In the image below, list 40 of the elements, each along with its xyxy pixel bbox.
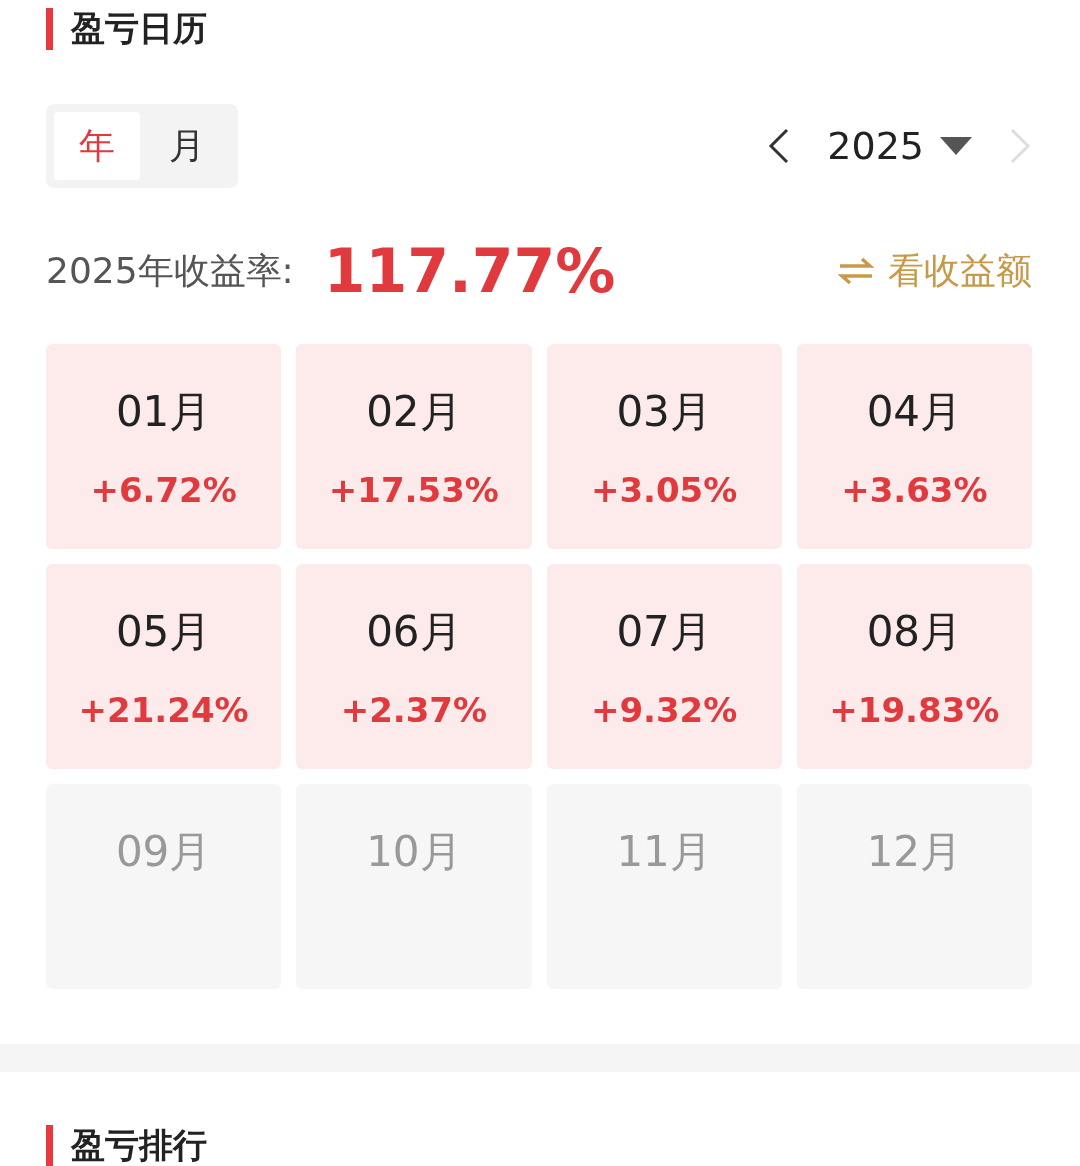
month-label: 04月	[866, 386, 963, 438]
month-return: +9.32%	[590, 690, 738, 730]
month-label: 02月	[366, 386, 462, 438]
section-title: 盈亏排行	[71, 1124, 207, 1166]
month-label: 10月	[366, 826, 462, 878]
month-return: +3.05%	[590, 470, 738, 510]
month-tile[interactable]: 03月 +3.05%	[546, 344, 782, 549]
section-title: 盈亏日历	[71, 7, 207, 50]
dropdown-caret-icon	[940, 137, 972, 155]
return-rate-label: 2025年收益率:	[46, 248, 294, 293]
switch-label: 看收益额	[888, 248, 1032, 293]
title-bar-marker	[46, 1125, 53, 1166]
month-label: 11月	[616, 826, 712, 878]
month-label: 05月	[115, 606, 212, 658]
year-dropdown[interactable]: 2025	[811, 124, 988, 168]
month-label: 01月	[115, 386, 212, 438]
month-return: +3.63%	[841, 470, 988, 510]
month-label: 12月	[866, 826, 963, 878]
month-label: 09月	[115, 826, 212, 878]
month-tile[interactable]: 04月 +3.63%	[796, 344, 1032, 549]
return-rate-value: 117.77%	[323, 236, 616, 306]
month-tile[interactable]: 08月 +19.83%	[796, 564, 1032, 769]
month-label: 06月	[366, 606, 462, 658]
month-tile[interactable]: 06月 +2.37%	[296, 564, 532, 769]
title-bar-marker	[46, 8, 53, 50]
month-label: 03月	[616, 386, 712, 438]
month-tile[interactable]: 05月 +21.24%	[46, 564, 282, 769]
month-return: +21.24%	[78, 690, 249, 730]
month-return: +17.53%	[328, 470, 499, 510]
month-return: +6.72%	[90, 470, 237, 510]
month-label: 07月	[616, 606, 712, 658]
period-tab[interactable]: 年	[54, 112, 140, 180]
month-tile[interactable]: 07月 +9.32%	[546, 564, 782, 769]
period-tab[interactable]: 月	[144, 112, 230, 180]
month-label: 08月	[866, 606, 963, 658]
month-tile[interactable]: 02月 +17.53%	[296, 344, 532, 549]
month-return: +19.83%	[829, 690, 1000, 730]
month-return: +2.37%	[340, 690, 488, 730]
swap-icon	[838, 256, 874, 286]
month-tile[interactable]: 01月 +6.72%	[46, 344, 282, 549]
